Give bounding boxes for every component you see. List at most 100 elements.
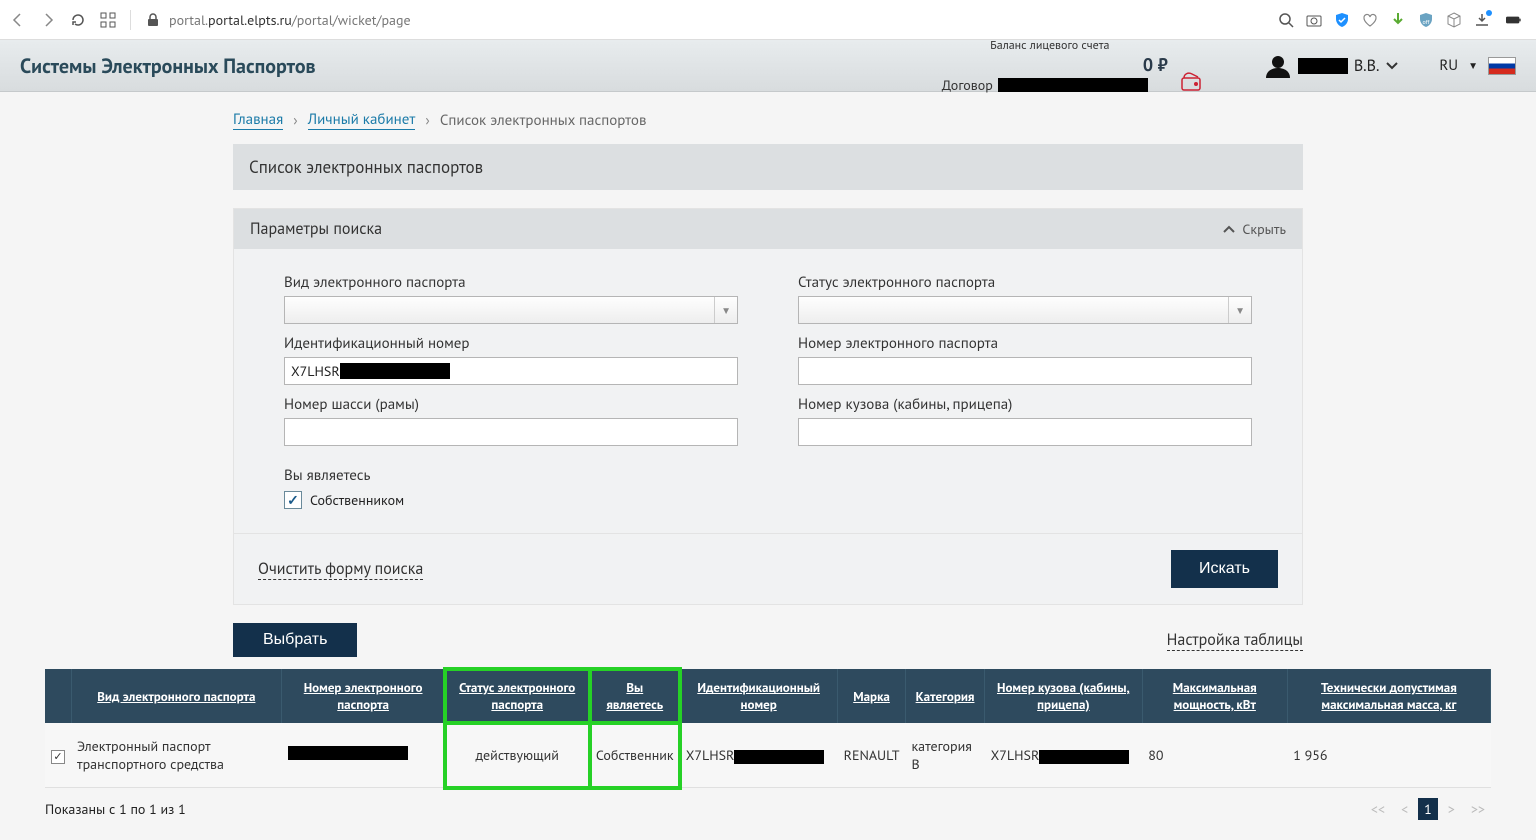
contract-number-redacted [998,78,1148,92]
pager-current: 1 [1418,798,1438,820]
label-epassport-number: Номер электронного паспорта [798,334,1252,353]
breadcrumb-sep: › [425,111,429,130]
table-settings-link[interactable]: Настройка таблицы [1167,630,1303,651]
wallet-icon[interactable] [1180,70,1204,94]
input-body[interactable] [798,418,1252,446]
battery-icon [1502,12,1526,28]
breadcrumb-sep: › [293,111,297,130]
user-name-redacted [1298,58,1348,74]
select-button[interactable]: Выбрать [233,623,357,657]
balance-label: Баланс лицевого счета [942,38,1158,53]
th-category[interactable]: Категория [905,669,984,723]
th-power[interactable]: Максимальная мощность, кВт [1142,669,1287,723]
browser-toolbar: portal.portal.elpts.ru/portal/wicket/pag… [0,0,1536,40]
th-type[interactable]: Вид электронного паспорта [71,669,282,723]
url-host: portal.elpts.ru [208,11,292,29]
pager-summary: Показаны с 1 по 1 из 1 [45,800,186,818]
cell-ident: X7LHSR [680,723,838,788]
cell-you-are: Собственник [590,723,680,788]
search-panel: Параметры поиска Скрыть Вид электронного… [233,208,1303,605]
chevron-up-icon [1222,224,1236,234]
checkbox-owner[interactable] [284,491,302,509]
input-ident-number[interactable]: X7LHSR [284,357,738,385]
cell-body: X7LHSR [985,723,1143,788]
cell-type: Электронный паспорт транспортного средст… [71,723,282,788]
input-epassport-number[interactable] [798,357,1252,385]
th-checkbox [45,669,71,723]
back-icon[interactable] [10,12,26,28]
select-status[interactable]: ▼ [798,296,1252,324]
shield-icon[interactable] [1334,12,1350,28]
ident-redacted [340,363,450,379]
row-checkbox[interactable] [51,750,65,764]
cube-icon[interactable] [1446,12,1462,28]
th-status[interactable]: Статус электронного паспорта [445,669,590,723]
collapse-toggle[interactable]: Скрыть [1222,220,1286,238]
th-you-are[interactable]: Вы являетесь [590,669,680,723]
language-selector[interactable]: RU ▼ [1439,56,1516,75]
breadcrumb-cabinet[interactable]: Личный кабинет [308,110,416,130]
breadcrumb-current: Список электронных паспортов [440,111,647,130]
select-passport-type[interactable]: ▼ [284,296,738,324]
label-you-are: Вы являетесь [284,466,1252,485]
input-chassis[interactable] [284,418,738,446]
results-table: Вид электронного паспорта Номер электрон… [45,669,1491,788]
url-bar[interactable]: portal.portal.elpts.ru/portal/wicket/pag… [145,11,1264,29]
lock-icon [145,12,161,28]
contract-label: Договор [942,76,993,94]
pager-first[interactable]: << [1365,798,1391,820]
url-path: /portal/wicket/page [292,11,411,29]
page-title: Список электронных паспортов [233,144,1303,190]
hide-label: Скрыть [1242,220,1286,238]
caret-down-icon: ▼ [1228,297,1245,323]
balance-value: 0 ₽ [1143,53,1168,76]
ident-value: X7LHSR [291,362,340,380]
forward-icon[interactable] [40,12,56,28]
label-ident-number: Идентификационный номер [284,334,738,353]
search-button[interactable]: Искать [1171,550,1278,588]
pager-prev[interactable]: < [1395,798,1414,820]
th-number[interactable]: Номер электронного паспорта [282,669,445,723]
caret-down-icon: ▼ [714,297,731,323]
cell-mass: 1 956 [1287,723,1490,788]
th-brand[interactable]: Марка [838,669,906,723]
pager-next[interactable]: > [1442,798,1461,820]
breadcrumb-home[interactable]: Главная [233,110,283,130]
reload-icon[interactable] [70,12,86,28]
checkbox-owner-label: Собственником [310,491,404,509]
user-menu[interactable]: В.В. [1264,54,1400,78]
clear-form-link[interactable]: Очистить форму поиска [258,559,423,580]
breadcrumb: Главная › Личный кабинет › Список электр… [233,92,1303,144]
body-redacted [1039,750,1129,764]
th-body-num[interactable]: Номер кузова (кабины, прицепа) [985,669,1143,723]
search-panel-title: Параметры поиска [250,219,382,239]
cell-number [282,723,445,788]
search-icon[interactable] [1278,12,1294,28]
cell-power: 80 [1142,723,1287,788]
pager: << < 1 > >> [1365,798,1491,820]
camera-icon[interactable] [1306,12,1322,28]
cell-category: категория B [905,723,984,788]
svg-text:off: off [1423,18,1431,26]
cell-brand: RENAULT [838,723,906,788]
label-status: Статус электронного паспорта [798,273,1252,292]
lang-code: RU [1439,56,1458,75]
site-title: Системы Электронных Паспортов [20,53,316,79]
label-passport-type: Вид электронного паспорта [284,273,738,292]
chevron-down-icon [1385,57,1399,75]
downloads-icon[interactable] [1474,12,1490,28]
table-row[interactable]: Электронный паспорт транспортного средст… [45,723,1491,788]
caret-down-icon: ▼ [1468,59,1478,72]
th-mass[interactable]: Технически допустимая максимальная масса… [1287,669,1490,723]
th-ident[interactable]: Идентификационный номер [680,669,838,723]
extensions-icon[interactable] [100,12,116,28]
pager-last[interactable]: >> [1465,798,1491,820]
ident-redacted [734,750,824,764]
flag-ru-icon [1488,57,1516,75]
label-chassis: Номер шасси (рамы) [284,395,738,414]
site-header: Системы Электронных Паспортов Баланс лиц… [0,40,1536,92]
download-arrow-icon[interactable] [1390,12,1406,28]
avatar-icon [1264,54,1292,78]
adblock-icon[interactable]: off [1418,12,1434,28]
heart-icon[interactable] [1362,12,1378,28]
